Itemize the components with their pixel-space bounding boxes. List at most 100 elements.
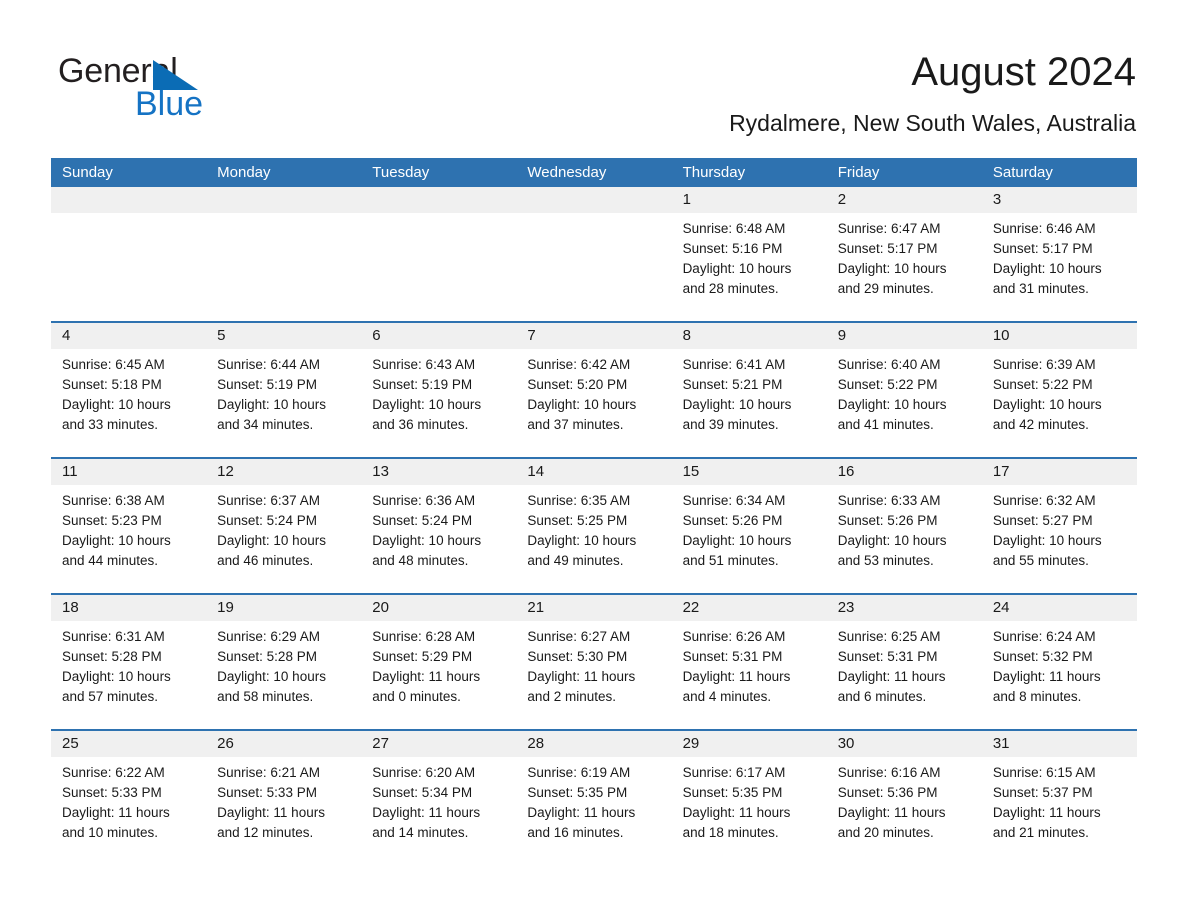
day-cell[interactable]: Sunrise: 6:37 AM Sunset: 5:24 PM Daylight:… bbox=[206, 485, 361, 593]
day-cell[interactable]: Sunrise: 6:39 AM Sunset: 5:22 PM Daylight:… bbox=[982, 349, 1137, 457]
weekday-header-wednesday: Wednesday bbox=[527, 164, 607, 181]
day-number[interactable]: 26 bbox=[206, 731, 361, 757]
sunset-text: Sunset: 5:29 PM bbox=[372, 649, 473, 664]
day-number[interactable]: 24 bbox=[982, 595, 1137, 621]
day-cell[interactable]: Sunrise: 6:43 AM Sunset: 5:19 PM Daylight:… bbox=[361, 349, 516, 457]
day-cell-empty bbox=[516, 213, 671, 321]
day-cell[interactable]: Sunrise: 6:26 AM Sunset: 5:31 PM Daylight:… bbox=[672, 621, 827, 729]
day-number[interactable]: 22 bbox=[672, 595, 827, 621]
daylight-text: and 55 minutes. bbox=[992, 553, 1089, 568]
day-cell[interactable]: Sunrise: 6:46 AM Sunset: 5:17 PM Daylight:… bbox=[982, 213, 1137, 321]
day-number[interactable]: 25 bbox=[51, 731, 206, 757]
day-number[interactable]: 1 bbox=[672, 187, 827, 213]
day-number[interactable]: 6 bbox=[361, 323, 516, 349]
day-cell[interactable]: Sunrise: 6:44 AM Sunset: 5:19 PM Daylight:… bbox=[206, 349, 361, 457]
day-number-empty bbox=[361, 187, 516, 213]
day-cell[interactable]: Sunrise: 6:35 AM Sunset: 5:25 PM Daylight:… bbox=[516, 485, 671, 593]
day-number[interactable]: 16 bbox=[827, 459, 982, 485]
day-number[interactable]: 2 bbox=[827, 187, 982, 213]
sunrise-text: Sunrise: 6:15 AM bbox=[992, 765, 1096, 780]
day-cell[interactable]: Sunrise: 6:47 AM Sunset: 5:17 PM Daylight:… bbox=[827, 213, 982, 321]
day-number[interactable]: 31 bbox=[982, 731, 1137, 757]
day-number[interactable]: 4 bbox=[51, 323, 206, 349]
day-cell[interactable]: Sunrise: 6:16 AM Sunset: 5:36 PM Daylight:… bbox=[827, 757, 982, 865]
generalblue-logo[interactable]: General Blue bbox=[58, 52, 318, 132]
daylight-text: and 34 minutes. bbox=[217, 417, 314, 432]
day-cell[interactable]: Sunrise: 6:22 AM Sunset: 5:33 PM Daylight:… bbox=[51, 757, 206, 865]
day-cell[interactable]: Sunrise: 6:17 AM Sunset: 5:35 PM Daylight:… bbox=[672, 757, 827, 865]
day-cell[interactable]: Sunrise: 6:27 AM Sunset: 5:30 PM Daylight:… bbox=[516, 621, 671, 729]
daylight-text: Daylight: 10 hours bbox=[62, 397, 171, 412]
day-cell[interactable]: Sunrise: 6:36 AM Sunset: 5:24 PM Daylight:… bbox=[361, 485, 516, 593]
day-cell[interactable]: Sunrise: 6:31 AM Sunset: 5:28 PM Daylight:… bbox=[51, 621, 206, 729]
daylight-text: and 58 minutes. bbox=[217, 689, 314, 704]
day-cell[interactable]: Sunrise: 6:28 AM Sunset: 5:29 PM Daylight:… bbox=[361, 621, 516, 729]
day-cell[interactable]: Sunrise: 6:45 AM Sunset: 5:18 PM Daylight:… bbox=[51, 349, 206, 457]
daylight-text: Daylight: 11 hours bbox=[62, 805, 170, 820]
day-number[interactable]: 8 bbox=[672, 323, 827, 349]
day-number[interactable]: 10 bbox=[982, 323, 1137, 349]
sunset-text: Sunset: 5:26 PM bbox=[682, 513, 783, 528]
day-cell[interactable]: Sunrise: 6:33 AM Sunset: 5:26 PM Daylight:… bbox=[827, 485, 982, 593]
day-cell[interactable]: Sunrise: 6:19 AM Sunset: 5:35 PM Daylight:… bbox=[516, 757, 671, 865]
daylight-text: Daylight: 10 hours bbox=[527, 397, 637, 412]
daylight-text: and 16 minutes. bbox=[527, 825, 624, 840]
day-cell[interactable]: Sunrise: 6:48 AM Sunset: 5:16 PM Daylight:… bbox=[672, 213, 827, 321]
sunrise-text: Sunrise: 6:48 AM bbox=[682, 221, 786, 236]
sunset-text: Sunset: 5:36 PM bbox=[837, 785, 938, 800]
day-cell[interactable]: Sunrise: 6:42 AM Sunset: 5:20 PM Daylight:… bbox=[516, 349, 671, 457]
day-cell[interactable]: Sunrise: 6:24 AM Sunset: 5:32 PM Daylight:… bbox=[982, 621, 1137, 729]
day-number[interactable]: 14 bbox=[516, 459, 671, 485]
day-cell[interactable]: Sunrise: 6:21 AM Sunset: 5:33 PM Daylight:… bbox=[206, 757, 361, 865]
sunset-text: Sunset: 5:19 PM bbox=[372, 377, 473, 392]
day-number[interactable]: 20 bbox=[361, 595, 516, 621]
day-number-empty bbox=[516, 187, 671, 213]
sunset-text: Sunset: 5:33 PM bbox=[62, 785, 162, 800]
daylight-text: Daylight: 10 hours bbox=[837, 261, 947, 276]
day-number[interactable]: 21 bbox=[516, 595, 671, 621]
day-number[interactable]: 12 bbox=[206, 459, 361, 485]
daylight-text: and 12 minutes. bbox=[217, 825, 314, 840]
day-cell[interactable]: Sunrise: 6:41 AM Sunset: 5:21 PM Daylight:… bbox=[672, 349, 827, 457]
day-number[interactable]: 3 bbox=[982, 187, 1137, 213]
day-number[interactable]: 9 bbox=[827, 323, 982, 349]
day-number[interactable]: 7 bbox=[516, 323, 671, 349]
sunset-text: Sunset: 5:17 PM bbox=[992, 241, 1093, 256]
day-number[interactable]: 19 bbox=[206, 595, 361, 621]
day-cell[interactable]: Sunrise: 6:15 AM Sunset: 5:37 PM Daylight:… bbox=[982, 757, 1137, 865]
day-number[interactable]: 11 bbox=[51, 459, 206, 485]
day-cell[interactable]: Sunrise: 6:29 AM Sunset: 5:28 PM Daylight:… bbox=[206, 621, 361, 729]
day-number[interactable]: 17 bbox=[982, 459, 1137, 485]
day-cell[interactable]: Sunrise: 6:40 AM Sunset: 5:22 PM Daylight:… bbox=[827, 349, 982, 457]
day-number[interactable]: 27 bbox=[361, 731, 516, 757]
day-cell[interactable]: Sunrise: 6:25 AM Sunset: 5:31 PM Daylight:… bbox=[827, 621, 982, 729]
day-number[interactable]: 5 bbox=[206, 323, 361, 349]
daylight-text: and 28 minutes. bbox=[682, 281, 779, 296]
day-cell[interactable]: Sunrise: 6:34 AM Sunset: 5:26 PM Daylight:… bbox=[672, 485, 827, 593]
day-number[interactable]: 28 bbox=[516, 731, 671, 757]
sunset-text: Sunset: 5:18 PM bbox=[62, 377, 162, 392]
sunrise-text: Sunrise: 6:22 AM bbox=[62, 765, 165, 780]
week-detail-row: Sunrise: 6:48 AM Sunset: 5:16 PM Daylight:… bbox=[51, 213, 1137, 321]
sunrise-text: Sunrise: 6:26 AM bbox=[682, 629, 786, 644]
sunrise-text: Sunrise: 6:44 AM bbox=[217, 357, 320, 372]
day-number[interactable]: 18 bbox=[51, 595, 206, 621]
sunrise-text: Sunrise: 6:31 AM bbox=[62, 629, 165, 644]
day-number[interactable]: 15 bbox=[672, 459, 827, 485]
day-number[interactable]: 29 bbox=[672, 731, 827, 757]
day-number[interactable]: 30 bbox=[827, 731, 982, 757]
calendar-week-row: 1 2 3 Sunrise: 6:48 AM Sunset: 5:16 PM Daylig… bbox=[51, 187, 1137, 321]
day-cell[interactable]: Sunrise: 6:38 AM Sunset: 5:23 PM Daylight:… bbox=[51, 485, 206, 593]
daylight-text: Daylight: 11 hours bbox=[527, 669, 636, 684]
day-number[interactable]: 13 bbox=[361, 459, 516, 485]
day-number[interactable]: 23 bbox=[827, 595, 982, 621]
logo-text-blue: Blue bbox=[135, 85, 204, 123]
week-detail-row: Sunrise: 6:38 AM Sunset: 5:23 PM Daylight:… bbox=[51, 485, 1137, 593]
sunrise-text: Sunrise: 6:25 AM bbox=[837, 629, 941, 644]
daylight-text: Daylight: 10 hours bbox=[992, 533, 1102, 548]
daylight-text: and 29 minutes. bbox=[837, 281, 934, 296]
daylight-text: Daylight: 11 hours bbox=[372, 805, 481, 820]
day-cell[interactable]: Sunrise: 6:20 AM Sunset: 5:34 PM Daylight:… bbox=[361, 757, 516, 865]
day-cell[interactable]: Sunrise: 6:32 AM Sunset: 5:27 PM Daylight:… bbox=[982, 485, 1137, 593]
daylight-text: Daylight: 11 hours bbox=[372, 669, 481, 684]
